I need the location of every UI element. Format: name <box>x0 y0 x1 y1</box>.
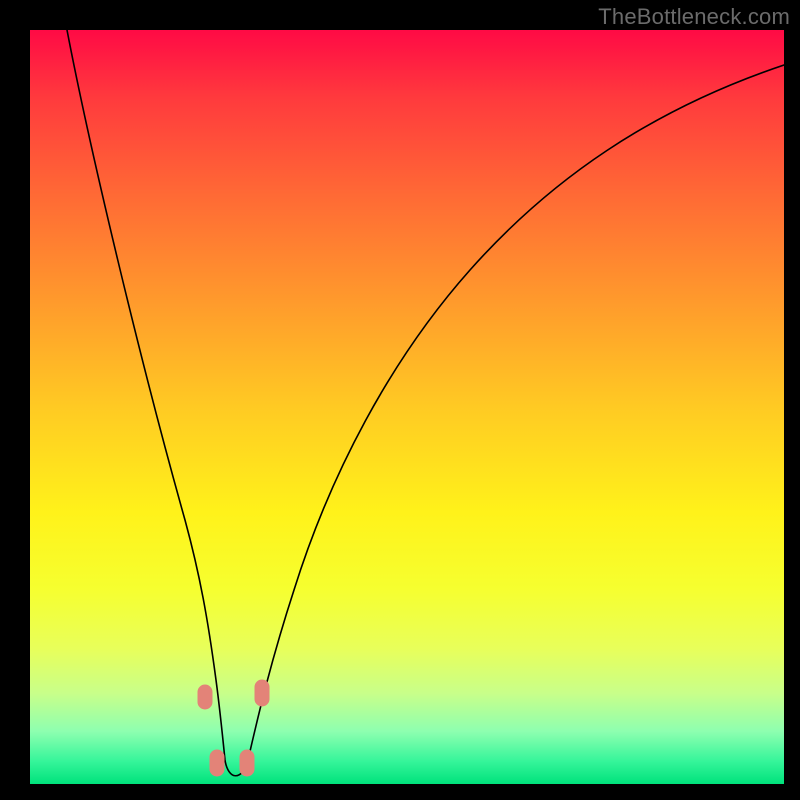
watermark-text: TheBottleneck.com <box>598 4 790 30</box>
bottleneck-curve <box>67 30 784 776</box>
marker-right-lower <box>240 750 254 776</box>
marker-right-upper <box>255 680 269 706</box>
marker-left-lower <box>210 750 224 776</box>
curve-layer <box>30 30 784 784</box>
plot-area <box>30 30 784 784</box>
chart-frame: TheBottleneck.com <box>0 0 800 800</box>
marker-left-upper <box>198 685 212 709</box>
